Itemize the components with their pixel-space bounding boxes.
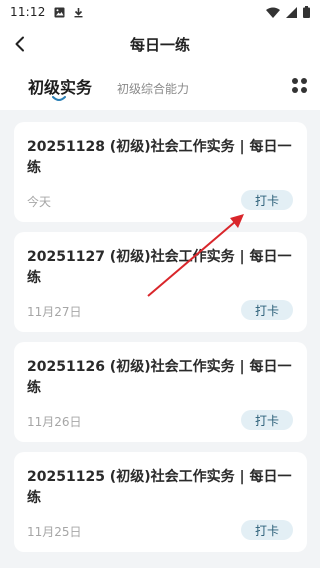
punch-in-button[interactable]: 打卡	[241, 520, 293, 540]
tab-primary-comprehensive[interactable]: 初级综合能力	[117, 80, 189, 97]
wifi-icon	[266, 7, 280, 18]
card-title: 20251128 (初级)社会工作实务 | 每日一练	[27, 139, 292, 176]
card-title: 20251125 (初级)社会工作实务 | 每日一练	[27, 469, 292, 506]
back-arrow-icon[interactable]	[8, 32, 32, 56]
punch-in-button[interactable]: 打卡	[241, 300, 293, 320]
status-bar: 11:12	[0, 0, 320, 24]
practice-list: 20251128 (初级)社会工作实务 | 每日一练 今天 打卡 2025112…	[0, 110, 320, 568]
page-title: 每日一练	[129, 35, 190, 54]
practice-card[interactable]: 20251126 (初级)社会工作实务 | 每日一练 11月26日 打卡	[14, 342, 307, 442]
card-date: 11月26日	[27, 415, 82, 429]
grid-dots-icon[interactable]	[292, 78, 308, 94]
punch-in-button[interactable]: 打卡	[241, 410, 293, 430]
signal-icon	[286, 6, 297, 18]
battery-icon	[303, 6, 310, 18]
download-icon	[73, 7, 84, 18]
card-title: 20251127 (初级)社会工作实务 | 每日一练	[27, 249, 292, 286]
card-date: 今天	[27, 195, 52, 209]
header: 每日一练	[0, 24, 320, 64]
card-date: 11月25日	[27, 525, 82, 539]
practice-card[interactable]: 20251125 (初级)社会工作实务 | 每日一练 11月25日 打卡	[14, 452, 307, 552]
punch-in-button[interactable]: 打卡	[241, 190, 293, 210]
practice-card[interactable]: 20251128 (初级)社会工作实务 | 每日一练 今天 打卡	[14, 122, 307, 222]
card-title: 20251126 (初级)社会工作实务 | 每日一练	[27, 359, 292, 396]
tab-primary-practice[interactable]: 初级实务	[28, 74, 92, 98]
tab-bar: 初级实务 初级综合能力	[0, 64, 320, 110]
status-time: 11:12	[10, 5, 46, 19]
card-date: 11月27日	[27, 305, 82, 319]
image-icon	[54, 7, 65, 18]
tab-indicator	[52, 96, 66, 101]
practice-card[interactable]: 20251127 (初级)社会工作实务 | 每日一练 11月27日 打卡	[14, 232, 307, 332]
